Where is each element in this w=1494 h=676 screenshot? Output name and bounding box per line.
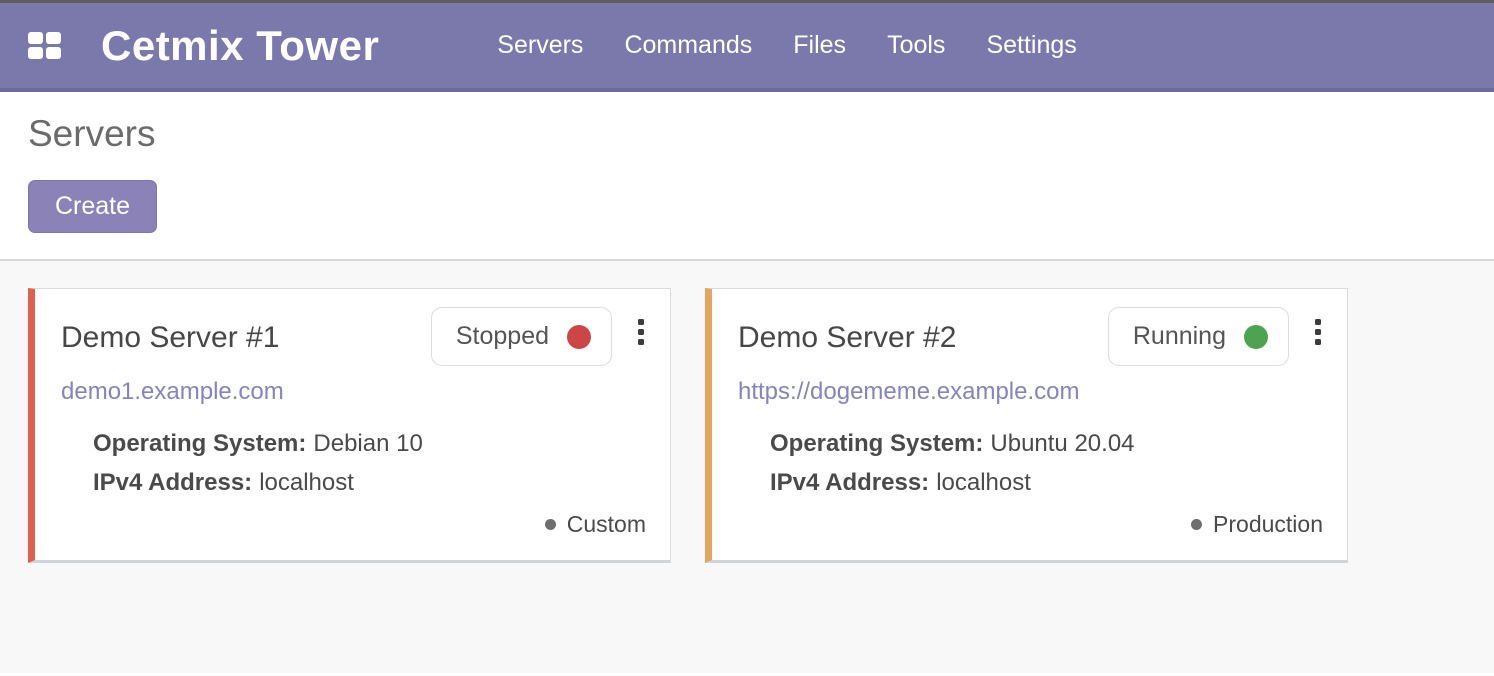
apps-grid-square xyxy=(28,32,43,44)
status-label: Running xyxy=(1133,322,1226,351)
server-card[interactable]: Demo Server #1 Stopped demo1.example.com… xyxy=(28,288,671,563)
page-header: Servers Create xyxy=(0,92,1494,261)
app-window: Cetmix Tower Servers Commands Files Tool… xyxy=(0,0,1494,673)
field-value: localhost xyxy=(259,469,354,496)
server-url-link[interactable]: demo1.example.com xyxy=(61,378,646,406)
field-label: Operating System: xyxy=(93,430,306,457)
server-url-link[interactable]: https://dogememe.example.com xyxy=(738,378,1323,406)
field-value: localhost xyxy=(936,469,1031,496)
apps-grid-square xyxy=(28,47,43,59)
kebab-menu-icon[interactable] xyxy=(636,317,646,347)
create-button[interactable]: Create xyxy=(28,180,157,233)
card-header: Demo Server #2 Running xyxy=(738,307,1323,366)
server-details: Operating System: Ubuntu 20.04 IPv4 Addre… xyxy=(770,424,1323,502)
field-label: IPv4 Address: xyxy=(93,469,252,496)
apps-grid-icon[interactable] xyxy=(28,32,61,59)
menu-item-servers[interactable]: Servers xyxy=(497,31,583,60)
server-details: Operating System: Debian 10 IPv4 Address:… xyxy=(93,424,646,502)
status-badge: Running xyxy=(1108,307,1289,366)
main-menu: Servers Commands Files Tools Settings xyxy=(497,31,1076,60)
detail-row: Operating System: Debian 10 xyxy=(93,424,646,463)
tag-label: Custom xyxy=(567,511,646,538)
detail-row: Operating System: Ubuntu 20.04 xyxy=(770,424,1323,463)
field-label: Operating System: xyxy=(770,430,983,457)
brand-title[interactable]: Cetmix Tower xyxy=(101,22,379,70)
kanban-view: Demo Server #1 Stopped demo1.example.com… xyxy=(0,261,1494,673)
field-label: IPv4 Address: xyxy=(770,469,929,496)
status-dot-icon xyxy=(567,325,591,349)
detail-row: IPv4 Address: localhost xyxy=(770,463,1323,502)
page-title: Servers xyxy=(28,112,1466,156)
environment-tag: Custom xyxy=(545,511,646,546)
detail-row: IPv4 Address: localhost xyxy=(93,463,646,502)
field-value: Debian 10 xyxy=(313,430,422,457)
menu-item-tools[interactable]: Tools xyxy=(887,31,945,60)
tag-label: Production xyxy=(1213,511,1323,538)
server-name: Demo Server #1 xyxy=(61,321,279,355)
card-header: Demo Server #1 Stopped xyxy=(61,307,646,366)
top-navbar: Cetmix Tower Servers Commands Files Tool… xyxy=(0,3,1494,92)
apps-grid-square xyxy=(46,32,61,44)
tag-dot-icon xyxy=(1191,519,1202,530)
server-card[interactable]: Demo Server #2 Running https://dogememe.… xyxy=(705,288,1348,563)
kebab-menu-icon[interactable] xyxy=(1313,317,1323,347)
tag-dot-icon xyxy=(545,519,556,530)
status-label: Stopped xyxy=(456,322,549,351)
status-dot-icon xyxy=(1244,325,1268,349)
server-name: Demo Server #2 xyxy=(738,321,956,355)
status-badge: Stopped xyxy=(431,307,612,366)
apps-grid-square xyxy=(46,47,61,59)
menu-item-commands[interactable]: Commands xyxy=(624,31,752,60)
menu-item-settings[interactable]: Settings xyxy=(986,31,1076,60)
environment-tag: Production xyxy=(1191,511,1323,546)
menu-item-files[interactable]: Files xyxy=(793,31,846,60)
field-value: Ubuntu 20.04 xyxy=(990,430,1134,457)
